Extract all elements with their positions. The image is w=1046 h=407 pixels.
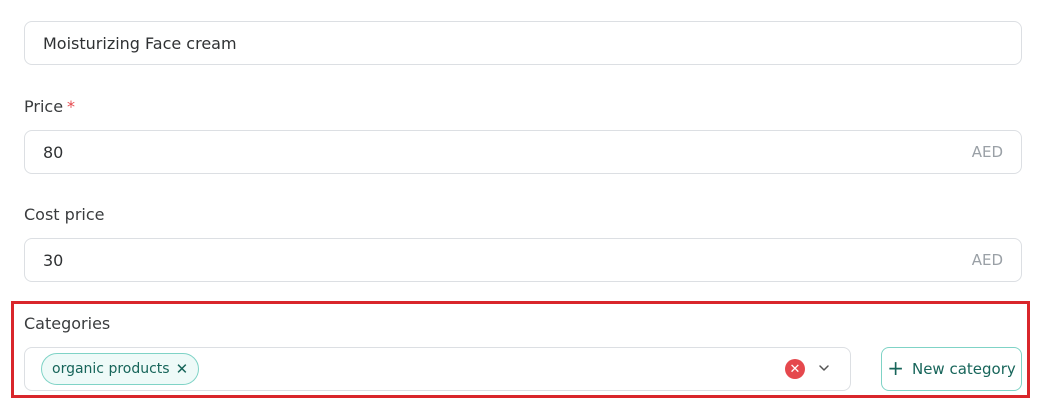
cost-price-label: Cost price	[24, 205, 105, 224]
chevron-down-icon[interactable]	[817, 361, 831, 375]
product-name-input[interactable]: Moisturizing Face cream	[24, 21, 1022, 65]
price-input[interactable]: 80 AED	[24, 130, 1022, 174]
new-category-label: New category	[911, 360, 1016, 378]
clear-circle-icon[interactable]: ✕	[785, 359, 805, 379]
close-icon[interactable]: ✕	[176, 361, 189, 377]
price-label: Price *	[24, 97, 75, 116]
new-category-button[interactable]: + New category	[881, 347, 1022, 391]
categories-select[interactable]: organic products ✕ ✕	[24, 347, 851, 391]
cost-price-currency: AED	[971, 251, 1003, 269]
cost-price-input[interactable]: 30 AED	[24, 238, 1022, 282]
cost-price-value: 30	[43, 250, 64, 270]
plus-icon: +	[887, 356, 904, 380]
category-chip: organic products ✕	[41, 353, 200, 385]
category-chip-label: organic products	[52, 361, 170, 377]
required-asterisk: *	[67, 97, 76, 116]
categories-label: Categories	[24, 314, 111, 333]
product-name-value: Moisturizing Face cream	[43, 33, 237, 53]
price-currency: AED	[971, 143, 1003, 161]
price-label-text: Price	[24, 97, 64, 116]
price-value: 80	[43, 142, 64, 162]
